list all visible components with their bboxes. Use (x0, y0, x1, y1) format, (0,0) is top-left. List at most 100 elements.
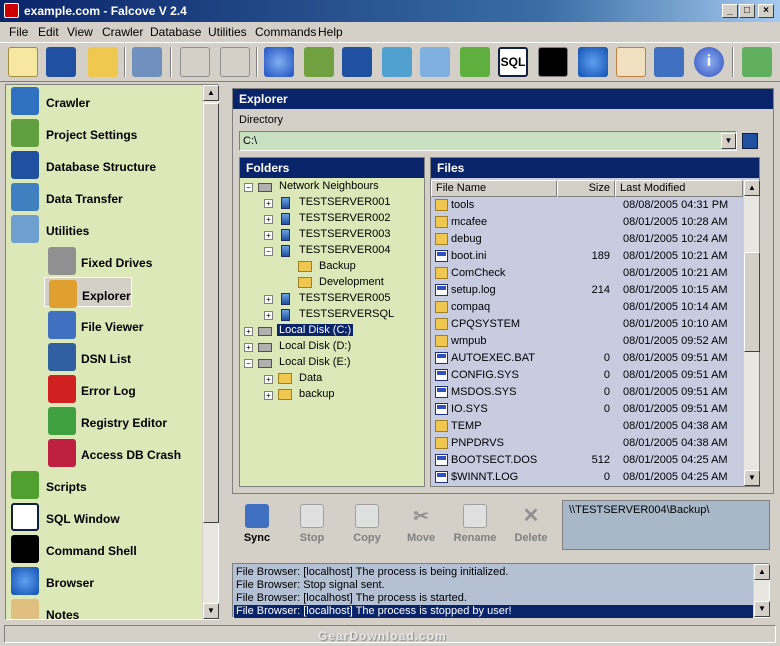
move-button[interactable]: ✂ Move (396, 504, 446, 544)
properties-icon[interactable] (132, 47, 162, 77)
table-row[interactable]: setup.log 214 08/01/2005 10:15 AM (431, 282, 743, 299)
tree-node[interactable]: Backup (244, 259, 419, 275)
nav-notes[interactable]: Notes (6, 597, 202, 619)
tree-node[interactable]: + TESTSERVER005 (244, 291, 419, 307)
scroll-down-button[interactable]: ▼ (203, 603, 219, 619)
sql-icon[interactable]: SQL (498, 47, 528, 77)
nav-scrollbar[interactable]: ▲ ▼ (202, 85, 219, 619)
settings-icon[interactable] (304, 47, 334, 77)
expand-icon[interactable]: + (264, 231, 273, 240)
help-book-icon[interactable] (654, 47, 684, 77)
files-scrollbar[interactable]: ▲ ▼ (743, 180, 760, 486)
menu-view[interactable]: View (67, 25, 93, 39)
column-last-modified[interactable]: Last Modified (615, 180, 743, 197)
table-row[interactable]: $WINNT.LOG 0 08/01/2005 04:25 AM (431, 469, 743, 486)
menu-utilities[interactable]: Utilities (208, 25, 247, 39)
nav-registry-editor[interactable]: Registry Editor (6, 405, 202, 435)
files-scroll-up[interactable]: ▲ (744, 180, 760, 196)
table-row[interactable]: mcafee 08/01/2005 10:28 AM (431, 214, 743, 231)
save-icon[interactable] (46, 47, 76, 77)
stop-button[interactable]: Stop (287, 504, 337, 544)
table-row[interactable]: MSDOS.SYS 0 08/01/2005 09:51 AM (431, 384, 743, 401)
crawler-icon[interactable] (264, 47, 294, 77)
nav-fixed-drives[interactable]: Fixed Drives (6, 245, 202, 275)
collapse-icon[interactable]: − (244, 359, 253, 368)
new-icon[interactable] (8, 47, 38, 77)
expand-icon[interactable]: + (264, 311, 273, 320)
nav-dsn-list[interactable]: DSN List (6, 341, 202, 371)
notes-icon[interactable] (616, 47, 646, 77)
scroll-thumb[interactable] (203, 103, 219, 523)
files-scroll-thumb[interactable] (744, 252, 760, 352)
tree-node[interactable]: + TESTSERVER001 (244, 195, 419, 211)
copy-button[interactable]: Copy (342, 504, 392, 544)
tree-node[interactable]: + Local Disk (C:) (244, 323, 419, 339)
scroll-up-button[interactable]: ▲ (203, 85, 219, 101)
tree-node[interactable]: + Local Disk (D:) (244, 339, 419, 355)
expand-icon[interactable]: + (264, 215, 273, 224)
tree-node[interactable]: − TESTSERVER004 (244, 243, 419, 259)
collapse-icon[interactable] (180, 47, 210, 77)
table-row[interactable]: PNPDRVS 08/01/2005 04:38 AM (431, 435, 743, 452)
nav-explorer[interactable]: Explorer (44, 277, 132, 308)
rename-button[interactable]: Rename (450, 504, 500, 544)
nav-utilities[interactable]: Utilities (6, 213, 202, 243)
tree-node[interactable]: + TESTSERVER003 (244, 227, 419, 243)
collapse-icon[interactable]: − (244, 183, 253, 192)
tree-node[interactable]: + backup (244, 387, 419, 403)
directory-combo[interactable]: C:\ ▼ (239, 131, 737, 151)
nav-browser[interactable]: Browser (6, 565, 202, 595)
chevron-down-icon[interactable]: ▼ (721, 133, 736, 149)
sync-button[interactable]: Sync (232, 504, 282, 544)
minimize-button[interactable]: _ (722, 4, 738, 18)
exit-icon[interactable] (742, 47, 772, 77)
close-button[interactable]: × (758, 4, 774, 18)
nav-database-structure[interactable]: Database Structure (6, 149, 202, 179)
collapse-icon[interactable]: − (264, 247, 273, 256)
nav-error-log[interactable]: Error Log (6, 373, 202, 403)
table-row[interactable]: TEMP 08/01/2005 04:38 AM (431, 418, 743, 435)
browser-icon[interactable] (578, 47, 608, 77)
files-scroll-down[interactable]: ▼ (744, 470, 760, 486)
expand-icon[interactable] (220, 47, 250, 77)
scripts-icon[interactable] (460, 47, 490, 77)
table-row[interactable]: ComCheck 08/01/2005 10:21 AM (431, 265, 743, 282)
menu-file[interactable]: File (9, 25, 28, 39)
menu-database[interactable]: Database (150, 25, 201, 39)
shell-icon[interactable] (538, 47, 568, 77)
info-icon[interactable]: i (694, 47, 724, 77)
tree-node[interactable]: + Data (244, 371, 419, 387)
tree-node[interactable]: Development (244, 275, 419, 291)
database-icon[interactable] (342, 47, 372, 77)
menu-help[interactable]: Help (318, 25, 343, 39)
log-scroll-down[interactable]: ▼ (754, 601, 770, 617)
expand-icon[interactable]: + (244, 327, 253, 336)
expand-icon[interactable]: + (264, 375, 273, 384)
nav-project-settings[interactable]: Project Settings (6, 117, 202, 147)
table-row[interactable]: debug 08/01/2005 10:24 AM (431, 231, 743, 248)
column-size[interactable]: Size (557, 180, 615, 197)
log-scrollbar[interactable]: ▲ ▼ (753, 564, 770, 617)
menu-crawler[interactable]: Crawler (102, 25, 143, 39)
nav-sql-window[interactable]: SQL Window (6, 501, 202, 531)
table-row[interactable]: IO.SYS 0 08/01/2005 09:51 AM (431, 401, 743, 418)
maximize-button[interactable]: □ (739, 4, 755, 18)
nav-crawler[interactable]: Crawler (6, 85, 202, 115)
delete-button[interactable]: ✕ Delete (506, 504, 556, 544)
expand-icon[interactable]: + (264, 295, 273, 304)
table-row[interactable]: boot.ini 189 08/01/2005 10:21 AM (431, 248, 743, 265)
tree-node[interactable]: + TESTSERVERSQL (244, 307, 419, 323)
menu-commands[interactable]: Commands (255, 25, 316, 39)
expand-icon[interactable]: + (244, 343, 253, 352)
transfer-icon[interactable] (382, 47, 412, 77)
column-file-name[interactable]: File Name (431, 180, 557, 197)
expand-icon[interactable]: + (264, 391, 273, 400)
open-folder-icon[interactable] (88, 47, 118, 77)
tree-node[interactable]: − Network Neighbours (244, 179, 419, 195)
menu-edit[interactable]: Edit (38, 25, 59, 39)
tree-node[interactable]: + TESTSERVER002 (244, 211, 419, 227)
log-line-selected[interactable]: File Browser: [localhost] The process is… (234, 605, 753, 618)
table-row[interactable]: CPQSYSTEM 08/01/2005 10:10 AM (431, 316, 743, 333)
table-row[interactable]: tools 08/08/2005 04:31 PM (431, 197, 743, 214)
table-row[interactable]: AUTOEXEC.BAT 0 08/01/2005 09:51 AM (431, 350, 743, 367)
